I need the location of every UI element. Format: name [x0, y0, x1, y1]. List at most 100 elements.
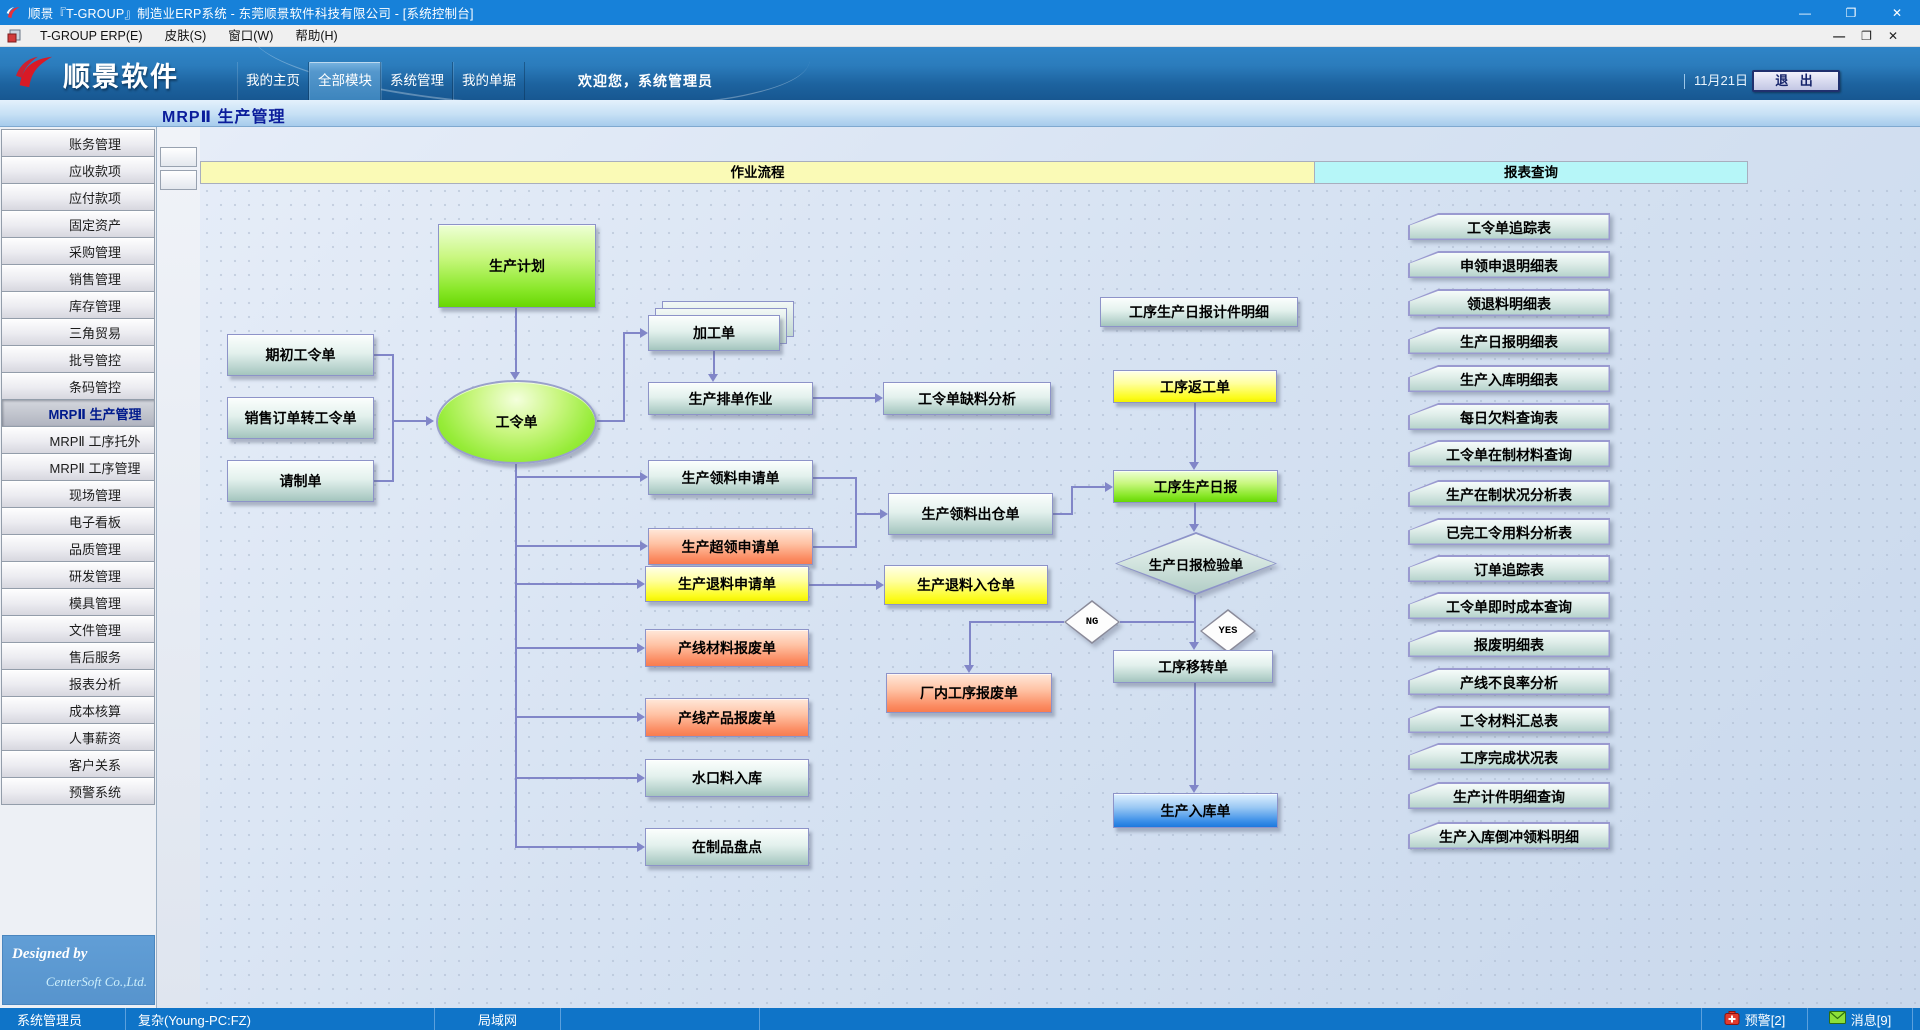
collapsed-panel-button[interactable]: [160, 147, 197, 167]
flow-connector: [637, 842, 645, 852]
mdi-restore-button[interactable]: ❐: [1861, 25, 1872, 47]
sidebar-item-17[interactable]: 模具管理: [1, 588, 155, 616]
flow-node[interactable]: 生产计划: [438, 224, 596, 308]
sidebar-item-3[interactable]: 固定资产: [1, 210, 155, 238]
sidebar-item-2[interactable]: 应付款项: [1, 183, 155, 211]
module-sidebar: 账务管理应收款项应付款项固定资产采购管理销售管理库存管理三角贸易批号管控条码管控…: [0, 127, 157, 1008]
flow-decision-node[interactable]: 生产日报检验单: [1115, 532, 1277, 595]
sidebar-item-0[interactable]: 账务管理: [1, 129, 155, 157]
flow-node[interactable]: 工序生产日报计件明细: [1100, 297, 1298, 327]
flow-connector: [969, 621, 971, 665]
report-item-7[interactable]: 生产在制状况分析表: [1408, 480, 1610, 507]
flow-connector: [510, 372, 520, 380]
menu-help[interactable]: 帮助(H): [284, 25, 348, 47]
sidebar-item-5[interactable]: 销售管理: [1, 264, 155, 292]
flow-node[interactable]: 产线产品报废单: [645, 698, 809, 737]
report-item-13[interactable]: 工令材料汇总表: [1408, 706, 1610, 733]
node-box: 生产入库单: [1113, 793, 1278, 828]
sidebar-item-13[interactable]: 现场管理: [1, 480, 155, 508]
sidebar-item-6[interactable]: 库存管理: [1, 291, 155, 319]
sidebar-item-16[interactable]: 研发管理: [1, 561, 155, 589]
sidebar-item-18[interactable]: 文件管理: [1, 615, 155, 643]
exit-button[interactable]: 退 出: [1752, 70, 1840, 92]
sidebar-item-23[interactable]: 客户关系: [1, 750, 155, 778]
flow-node[interactable]: 工序生产日报: [1113, 470, 1278, 503]
sidebar-item-14[interactable]: 电子看板: [1, 507, 155, 535]
report-label: 报废明细表: [1408, 630, 1610, 657]
sidebar-item-12[interactable]: MRPⅡ 工序管理: [1, 453, 155, 481]
node-label: 生产退料入仓单: [917, 575, 1015, 595]
flow-node[interactable]: 工序移转单: [1113, 650, 1273, 683]
collapsed-panel-button[interactable]: [160, 170, 197, 190]
mdi-close-button[interactable]: ✕: [1888, 25, 1898, 47]
flow-connector: [623, 332, 625, 422]
flow-node[interactable]: 请制单: [227, 460, 374, 502]
flow-node[interactable]: 生产排单作业: [648, 382, 813, 415]
report-item-9[interactable]: 订单追踪表: [1408, 555, 1610, 582]
tab-my-documents[interactable]: 我的单据: [453, 62, 525, 100]
node-label: 工令单缺料分析: [918, 389, 1016, 409]
flow-node[interactable]: 在制品盘点: [645, 828, 809, 866]
report-item-15[interactable]: 生产计件明细查询: [1408, 782, 1610, 809]
report-label: 领退料明细表: [1408, 289, 1610, 316]
report-item-0[interactable]: 工令单追踪表: [1408, 213, 1610, 240]
report-item-3[interactable]: 生产日报明细表: [1408, 327, 1610, 354]
sidebar-item-22[interactable]: 人事薪资: [1, 723, 155, 751]
menu-tgroup-erp[interactable]: T-GROUP ERP(E): [29, 25, 154, 47]
flow-node[interactable]: 厂内工序报废单: [886, 673, 1052, 713]
flow-node[interactable]: 产线材料报废单: [645, 629, 809, 667]
flow-node[interactable]: 期初工令单: [227, 334, 374, 376]
sidebar-item-20[interactable]: 报表分析: [1, 669, 155, 697]
sidebar-item-11[interactable]: MRPⅡ 工序托外: [1, 426, 155, 454]
flow-node[interactable]: 加工单: [648, 315, 780, 351]
report-item-6[interactable]: 工令单在制材料查询: [1408, 440, 1610, 467]
menu-window[interactable]: 窗口(W): [217, 25, 284, 47]
flow-branch-label[interactable]: YES: [1200, 609, 1256, 653]
sidebar-item-10[interactable]: MRPⅡ 生产管理: [1, 399, 155, 427]
flow-connector: [516, 647, 637, 649]
sidebar-item-9[interactable]: 条码管控: [1, 372, 155, 400]
flow-node[interactable]: 销售订单转工令单: [227, 397, 374, 439]
sidebar-item-4[interactable]: 采购管理: [1, 237, 155, 265]
tab-system-admin[interactable]: 系统管理: [381, 62, 453, 100]
flow-node[interactable]: 工令单缺料分析: [883, 382, 1051, 415]
flow-node[interactable]: 生产超领申请单: [648, 528, 813, 565]
report-item-16[interactable]: 生产入库倒冲领料明细: [1408, 822, 1610, 849]
menu-skin[interactable]: 皮肤(S): [154, 25, 218, 47]
report-item-8[interactable]: 已完工令用料分析表: [1408, 518, 1610, 545]
sidebar-item-24[interactable]: 预警系统: [1, 777, 155, 805]
report-item-4[interactable]: 生产入库明细表: [1408, 365, 1610, 392]
flow-node[interactable]: 工序返工单: [1113, 370, 1277, 403]
flow-node[interactable]: 生产退料入仓单: [884, 565, 1048, 605]
sidebar-item-8[interactable]: 批号管控: [1, 345, 155, 373]
flow-node[interactable]: 生产入库单: [1113, 793, 1278, 828]
minimize-button[interactable]: —: [1782, 0, 1828, 25]
flow-node[interactable]: 水口料入库: [645, 759, 809, 797]
restore-button[interactable]: ❐: [1828, 0, 1874, 25]
sidebar-item-21[interactable]: 成本核算: [1, 696, 155, 724]
report-item-5[interactable]: 每日欠料查询表: [1408, 403, 1610, 430]
tab-all-modules[interactable]: 全部模块: [309, 62, 381, 100]
mdi-minimize-button[interactable]: —: [1833, 25, 1845, 47]
flow-node[interactable]: 生产领料申请单: [648, 460, 813, 495]
status-alerts[interactable]: 预警[2]: [1702, 1008, 1808, 1030]
report-item-11[interactable]: 报废明细表: [1408, 630, 1610, 657]
close-button[interactable]: ✕: [1874, 0, 1920, 25]
flow-node[interactable]: 工令单: [436, 380, 597, 464]
sidebar-item-15[interactable]: 品质管理: [1, 534, 155, 562]
tab-my-home[interactable]: 我的主页: [237, 62, 309, 100]
report-item-2[interactable]: 领退料明细表: [1408, 289, 1610, 316]
report-item-1[interactable]: 申领申退明细表: [1408, 251, 1610, 278]
flow-node[interactable]: 生产领料出仓单: [888, 493, 1053, 535]
sidebar-item-7[interactable]: 三角贸易: [1, 318, 155, 346]
report-label: 工令材料汇总表: [1408, 706, 1610, 733]
flow-node[interactable]: 生产退料申请单: [645, 566, 809, 602]
sidebar-item-1[interactable]: 应收款项: [1, 156, 155, 184]
flow-branch-label[interactable]: NG: [1064, 600, 1120, 644]
status-messages[interactable]: 消息[9]: [1808, 1008, 1913, 1030]
report-item-14[interactable]: 工序完成状况表: [1408, 743, 1610, 770]
sidebar-item-19[interactable]: 售后服务: [1, 642, 155, 670]
report-item-10[interactable]: 工令单即时成本查询: [1408, 592, 1610, 619]
report-item-12[interactable]: 产线不良率分析: [1408, 668, 1610, 695]
node-box: 工令单缺料分析: [883, 382, 1051, 415]
